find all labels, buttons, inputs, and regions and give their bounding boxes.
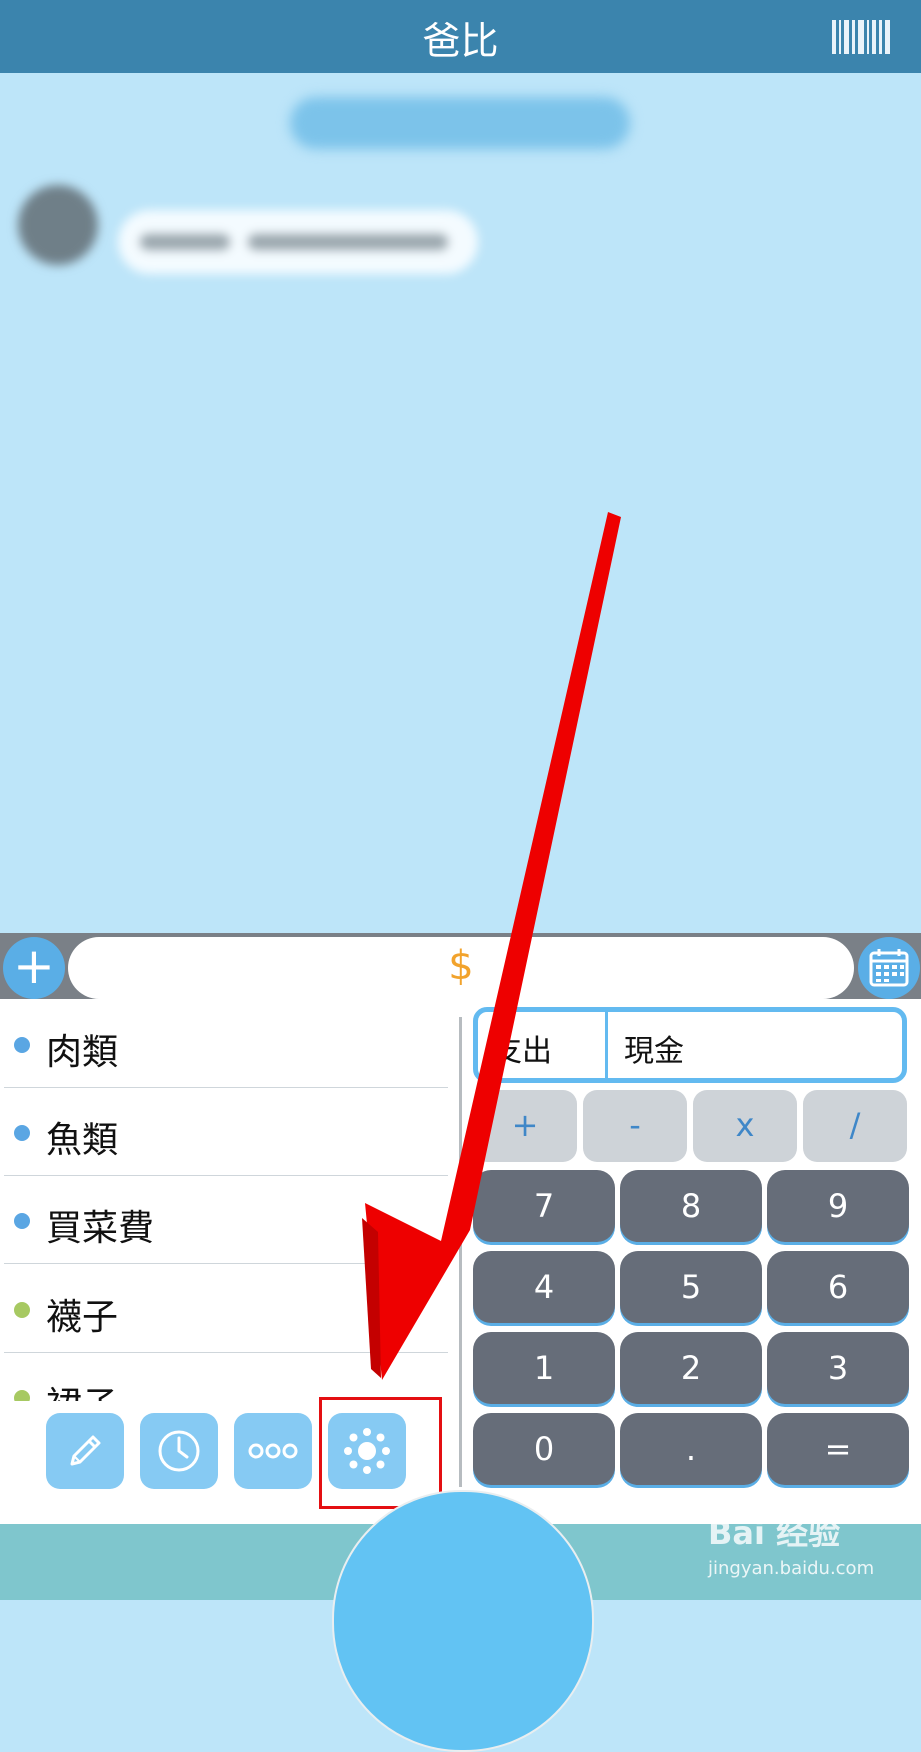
key-7[interactable]: 7 bbox=[473, 1170, 615, 1242]
category-list[interactable]: 肉類 魚類 買菜費 襪子 裙子 bbox=[0, 999, 450, 1401]
minus-button[interactable]: - bbox=[583, 1090, 687, 1162]
currency-symbol: $ bbox=[448, 943, 474, 989]
key-8[interactable]: 8 bbox=[620, 1170, 762, 1242]
edit-button[interactable] bbox=[46, 1413, 124, 1489]
avatar bbox=[18, 185, 98, 265]
blurred-date-pill bbox=[290, 97, 630, 149]
amount-field[interactable]: $ bbox=[68, 937, 854, 999]
watermark: Bai 经验 jingyan.baidu.com bbox=[708, 1508, 918, 1586]
confirm-button[interactable] bbox=[332, 1490, 594, 1752]
clock-icon bbox=[158, 1430, 200, 1472]
add-button[interactable]: + bbox=[3, 937, 65, 999]
category-label: 買菜費 bbox=[46, 1208, 155, 1249]
transaction-type[interactable]: 支出 bbox=[492, 1026, 552, 1070]
category-item[interactable]: 裙子 bbox=[4, 1352, 448, 1401]
category-item[interactable]: 魚類 bbox=[4, 1087, 448, 1176]
category-label: 裙子 bbox=[46, 1376, 118, 1401]
watermark-url: jingyan.baidu.com bbox=[708, 1558, 875, 1579]
barcode-icon[interactable] bbox=[832, 20, 890, 54]
divide-button[interactable]: / bbox=[803, 1090, 907, 1162]
category-dot bbox=[14, 1302, 30, 1318]
selector-separator bbox=[605, 1012, 608, 1078]
account-selector[interactable]: 現金 bbox=[624, 1026, 684, 1070]
key-equals[interactable]: = bbox=[767, 1413, 909, 1485]
category-item[interactable]: 買菜費 bbox=[4, 1175, 448, 1264]
key-3[interactable]: 3 bbox=[767, 1332, 909, 1404]
category-dot bbox=[14, 1037, 30, 1053]
calendar-icon bbox=[869, 949, 909, 987]
category-item[interactable]: 肉類 bbox=[4, 999, 448, 1088]
panel-divider bbox=[459, 1017, 462, 1487]
category-label: 魚類 bbox=[46, 1120, 119, 1161]
key-1[interactable]: 1 bbox=[473, 1332, 615, 1404]
key-2[interactable]: 2 bbox=[620, 1332, 762, 1404]
highlight-box bbox=[319, 1397, 442, 1509]
history-button[interactable] bbox=[140, 1413, 218, 1489]
category-dot bbox=[14, 1213, 30, 1229]
key-4[interactable]: 4 bbox=[473, 1251, 615, 1323]
chat-title: 爸比 bbox=[422, 19, 499, 63]
category-dot bbox=[14, 1125, 30, 1141]
key-5[interactable]: 5 bbox=[620, 1251, 762, 1323]
more-button[interactable] bbox=[234, 1413, 312, 1489]
key-9[interactable]: 9 bbox=[767, 1170, 909, 1242]
more-dots-icon bbox=[248, 1443, 298, 1459]
watermark-logo: Bai 经验 bbox=[708, 1514, 841, 1552]
header-bar: 爸比 bbox=[0, 0, 921, 73]
plus-button[interactable]: + bbox=[473, 1090, 577, 1162]
pencil-icon bbox=[70, 1435, 101, 1466]
category-label: 襪子 bbox=[46, 1297, 119, 1338]
transaction-selector[interactable]: 支出 現金 bbox=[473, 1007, 907, 1083]
key-0[interactable]: 0 bbox=[473, 1413, 615, 1485]
category-label: 肉類 bbox=[46, 1032, 119, 1073]
category-item[interactable]: 襪子 bbox=[4, 1264, 448, 1353]
category-dot bbox=[14, 1390, 30, 1401]
key-decimal[interactable]: . bbox=[620, 1413, 762, 1485]
key-6[interactable]: 6 bbox=[767, 1251, 909, 1323]
calendar-button[interactable] bbox=[858, 937, 920, 999]
blurred-message-bubble bbox=[118, 210, 478, 274]
multiply-button[interactable]: x bbox=[693, 1090, 797, 1162]
